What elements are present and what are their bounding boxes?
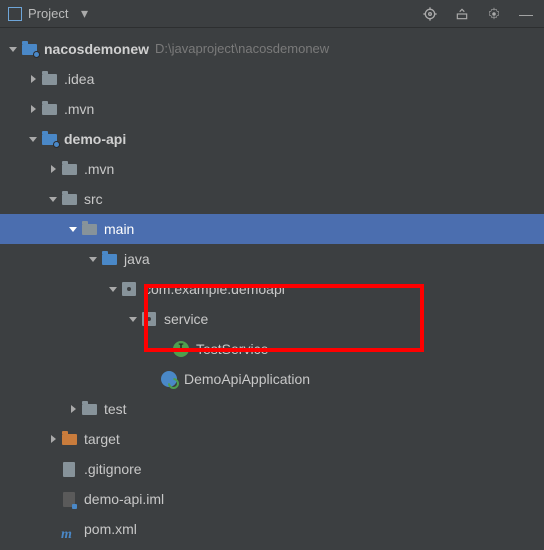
tree-path: D:\javaproject\nacosdemonew — [155, 35, 329, 63]
tree-node-pom[interactable]: m pom.xml — [0, 514, 544, 544]
folder-icon — [40, 70, 58, 88]
hide-panel-icon[interactable]: — — [516, 4, 536, 24]
tree-node-idea[interactable]: .idea — [0, 64, 544, 94]
tree-node-target[interactable]: target — [0, 424, 544, 454]
tree-label: demo-api.iml — [84, 485, 164, 513]
tree-node-demoapi[interactable]: demo-api — [0, 124, 544, 154]
package-icon — [120, 280, 138, 298]
chevron-right-icon[interactable] — [26, 104, 40, 114]
panel-title: Project — [28, 6, 68, 21]
tree-label: .gitignore — [84, 455, 142, 483]
target-icon[interactable] — [420, 4, 440, 24]
project-tab-icon — [8, 7, 22, 21]
collapse-all-icon[interactable] — [452, 4, 472, 24]
tree-node-java[interactable]: java — [0, 244, 544, 274]
tree-label: .mvn — [64, 95, 94, 123]
folder-icon — [60, 190, 78, 208]
chevron-down-icon[interactable] — [26, 134, 40, 144]
chevron-right-icon[interactable] — [46, 164, 60, 174]
chevron-down-icon[interactable] — [126, 314, 140, 324]
tree-label: demo-api — [64, 125, 126, 153]
source-folder-icon — [100, 250, 118, 268]
tree-label: nacosdemonew — [44, 35, 149, 63]
project-tree[interactable]: nacosdemonew D:\javaproject\nacosdemonew… — [0, 28, 544, 550]
maven-file-icon: m — [60, 520, 78, 538]
tree-node-service[interactable]: service — [0, 304, 544, 334]
tree-label: DemoApiApplication — [184, 365, 310, 393]
tree-node-gitignore[interactable]: .gitignore — [0, 454, 544, 484]
folder-icon — [60, 160, 78, 178]
tree-node-src[interactable]: src — [0, 184, 544, 214]
tree-label: TestService — [196, 335, 268, 363]
tree-label: service — [164, 305, 208, 333]
module-folder-icon — [20, 40, 38, 58]
folder-icon — [40, 100, 58, 118]
tree-label: com.example.demoapi — [144, 275, 285, 303]
tree-label: src — [84, 185, 103, 213]
chevron-right-icon[interactable] — [46, 434, 60, 444]
tree-node-mvn[interactable]: .mvn — [0, 94, 544, 124]
tree-label: test — [104, 395, 127, 423]
tree-label: main — [104, 215, 134, 243]
package-icon — [140, 310, 158, 328]
tree-node-package[interactable]: com.example.demoapi — [0, 274, 544, 304]
chevron-down-icon[interactable]: ▾ — [74, 4, 94, 24]
file-icon — [60, 460, 78, 478]
chevron-down-icon[interactable] — [6, 44, 20, 54]
tree-node-iml[interactable]: demo-api.iml — [0, 484, 544, 514]
chevron-right-icon[interactable] — [66, 404, 80, 414]
chevron-down-icon[interactable] — [66, 224, 80, 234]
tree-node-test[interactable]: test — [0, 394, 544, 424]
module-folder-icon — [40, 130, 58, 148]
chevron-right-icon[interactable] — [26, 74, 40, 84]
folder-icon — [80, 220, 98, 238]
chevron-down-icon[interactable] — [46, 194, 60, 204]
spring-class-icon — [160, 370, 178, 388]
tree-node-main[interactable]: main — [0, 214, 544, 244]
iml-file-icon — [60, 490, 78, 508]
tree-node-demoapiapp[interactable]: DemoApiApplication — [0, 364, 544, 394]
chevron-down-icon[interactable] — [106, 284, 120, 294]
tree-node-demoapi-mvn[interactable]: .mvn — [0, 154, 544, 184]
tree-label: target — [84, 425, 120, 453]
excluded-folder-icon — [60, 430, 78, 448]
chevron-down-icon[interactable] — [86, 254, 100, 264]
folder-icon — [80, 400, 98, 418]
settings-gear-icon[interactable] — [484, 4, 504, 24]
interface-class-icon: I — [172, 340, 190, 358]
tree-label: pom.xml — [84, 515, 137, 543]
tree-node-testservice[interactable]: I TestService — [0, 334, 544, 364]
tree-label: .idea — [64, 65, 94, 93]
tree-label: .mvn — [84, 155, 114, 183]
tree-node-root[interactable]: nacosdemonew D:\javaproject\nacosdemonew — [0, 34, 544, 64]
tree-label: java — [124, 245, 150, 273]
